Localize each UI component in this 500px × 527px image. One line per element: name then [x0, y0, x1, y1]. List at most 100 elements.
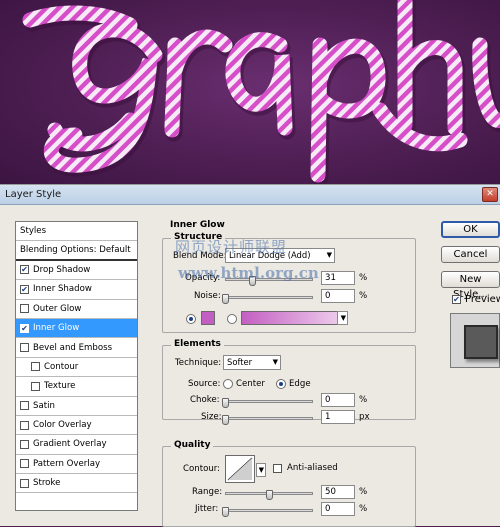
gradient-dropdown[interactable]: ▼: [337, 311, 348, 325]
contour-label: Contour:: [183, 464, 221, 474]
style-item[interactable]: ✔ Inner Glow: [16, 318, 137, 339]
style-checkbox[interactable]: [20, 304, 29, 314]
jitter-slider-thumb[interactable]: [222, 507, 229, 517]
style-item[interactable]: Color Overlay: [16, 416, 137, 436]
technique-select[interactable]: Softer ▼: [223, 355, 281, 370]
glow-color-swatch[interactable]: [201, 311, 215, 325]
size-unit: px: [359, 412, 370, 422]
gradient-radio[interactable]: [227, 314, 237, 324]
opacity-unit: %: [359, 273, 368, 283]
chevron-down-icon: ▼: [340, 314, 346, 322]
style-item[interactable]: ✔ Inner Shadow: [16, 280, 137, 300]
watermark-url: www.html.org.cn: [178, 264, 319, 282]
style-preview: [450, 313, 500, 368]
jitter-slider[interactable]: [225, 509, 313, 512]
preview-checkbox[interactable]: ✔: [452, 295, 461, 304]
style-item-label: Drop Shadow: [33, 264, 91, 275]
style-checkbox[interactable]: ✔: [20, 265, 29, 275]
anti-aliased-label: Anti-aliased: [287, 463, 338, 473]
size-field[interactable]: 1: [321, 410, 355, 424]
quality-legend: Quality: [171, 440, 214, 450]
noise-label: Noise:: [194, 291, 221, 301]
style-item[interactable]: Bevel and Emboss: [16, 338, 137, 358]
size-slider[interactable]: [225, 417, 313, 420]
styles-header[interactable]: Styles: [16, 222, 137, 242]
chevron-down-icon: ▼: [258, 466, 264, 474]
style-item[interactable]: Pattern Overlay: [16, 455, 137, 475]
range-label: Range:: [192, 487, 223, 497]
style-item-label: Inner Shadow: [33, 284, 92, 295]
style-checkbox[interactable]: [31, 362, 40, 372]
technique-label: Technique:: [175, 358, 222, 368]
style-checkbox[interactable]: [20, 420, 29, 430]
style-item-label: Pattern Overlay: [33, 458, 101, 469]
style-item-label: Gradient Overlay: [33, 439, 107, 450]
noise-slider[interactable]: [225, 296, 313, 299]
style-item-label: Bevel and Emboss: [33, 342, 113, 353]
style-item[interactable]: Texture: [16, 377, 137, 397]
source-center-label: Center: [236, 379, 265, 389]
canvas-artwork: graphy: [0, 0, 500, 190]
style-item-label: Texture: [44, 381, 76, 392]
elements-legend: Elements: [171, 339, 224, 349]
style-checkbox[interactable]: [20, 478, 29, 488]
source-label: Source:: [188, 379, 221, 389]
chevron-down-icon: ▼: [326, 251, 332, 259]
style-item[interactable]: Stroke: [16, 474, 137, 494]
style-item[interactable]: Gradient Overlay: [16, 435, 137, 455]
cancel-button[interactable]: Cancel: [441, 246, 500, 263]
anti-aliased-checkbox[interactable]: [273, 464, 282, 473]
jitter-unit: %: [359, 504, 368, 514]
style-checkbox[interactable]: [31, 381, 40, 391]
dialog-titlebar[interactable]: Layer Style: [0, 185, 500, 205]
solid-color-radio[interactable]: [186, 314, 196, 324]
style-items: ✔ Drop Shadow ✔ Inner Shadow Outer Glow ✔ Inne…: [16, 261, 137, 494]
range-unit: %: [359, 487, 368, 497]
styles-list: Styles Blending Options: Default ✔ Drop S…: [15, 221, 138, 511]
contour-preview[interactable]: [225, 455, 255, 483]
style-item[interactable]: Satin: [16, 397, 137, 416]
jitter-field[interactable]: 0: [321, 502, 355, 516]
range-field[interactable]: 50: [321, 485, 355, 499]
source-edge-label: Edge: [289, 379, 311, 389]
style-checkbox[interactable]: ✔: [20, 284, 29, 294]
noise-slider-thumb[interactable]: [222, 294, 229, 304]
quality-group: Quality Contour: ▼ Anti-aliased Range: 5…: [162, 440, 416, 527]
range-slider-thumb[interactable]: [266, 490, 273, 500]
style-item[interactable]: ✔ Drop Shadow: [16, 261, 137, 281]
source-edge-radio[interactable]: [276, 379, 286, 389]
style-checkbox[interactable]: [20, 401, 29, 411]
style-item[interactable]: Contour: [16, 358, 137, 378]
opacity-field[interactable]: 31: [321, 271, 355, 285]
preview-label: Preview: [465, 294, 500, 305]
size-label: Size:: [201, 412, 222, 422]
style-item-label: Stroke: [33, 478, 61, 489]
watermark-text: 网页设计师联盟: [175, 238, 288, 256]
ok-button[interactable]: OK: [441, 221, 500, 238]
style-checkbox[interactable]: [20, 343, 29, 353]
close-icon[interactable]: ✕: [482, 187, 498, 202]
choke-slider[interactable]: [225, 400, 313, 403]
contour-dropdown[interactable]: ▼: [256, 463, 266, 477]
source-center-radio[interactable]: [223, 379, 233, 389]
style-item-label: Outer Glow: [33, 303, 82, 314]
glow-gradient-swatch[interactable]: [241, 311, 347, 325]
size-slider-thumb[interactable]: [222, 415, 230, 425]
chevron-down-icon: ▼: [272, 358, 278, 366]
inner-glow-title: Inner Glow: [170, 220, 225, 230]
style-item[interactable]: Outer Glow: [16, 300, 137, 319]
new-style-button[interactable]: New Style...: [441, 271, 500, 300]
preview-toggle[interactable]: ✔ Preview: [452, 294, 500, 305]
style-checkbox[interactable]: ✔: [20, 323, 29, 333]
jitter-label: Jitter:: [195, 504, 219, 514]
noise-unit: %: [359, 291, 368, 301]
choke-slider-thumb[interactable]: [222, 398, 229, 408]
blending-options-item[interactable]: Blending Options: Default: [16, 241, 137, 261]
choke-field[interactable]: 0: [321, 393, 355, 407]
style-checkbox[interactable]: [20, 459, 29, 469]
noise-field[interactable]: 0: [321, 289, 355, 303]
choke-label: Choke:: [190, 395, 220, 405]
style-checkbox[interactable]: [20, 439, 29, 449]
style-item-label: Color Overlay: [33, 420, 92, 431]
style-item-label: Satin: [33, 400, 55, 411]
